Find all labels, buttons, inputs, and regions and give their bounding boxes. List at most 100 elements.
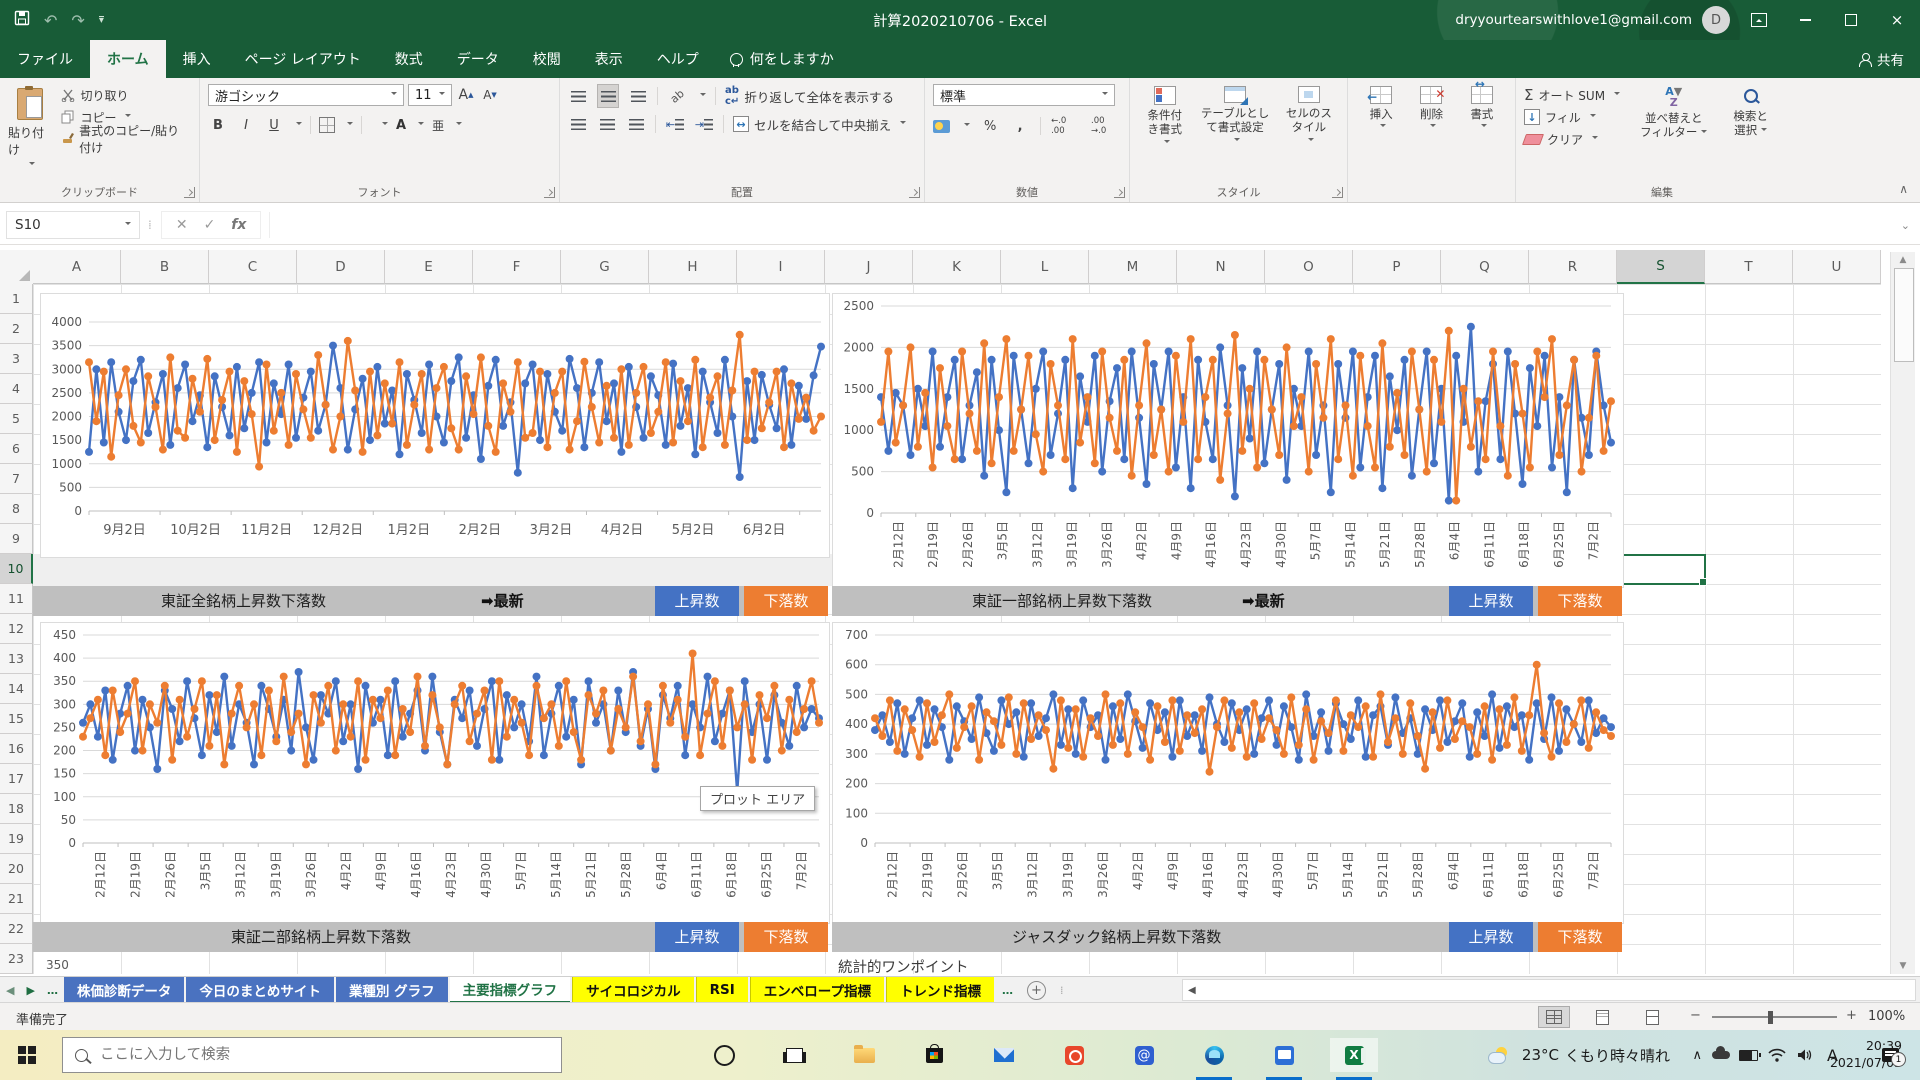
weather-widget[interactable] bbox=[1488, 1030, 1512, 1080]
column-header-O[interactable]: O bbox=[1265, 250, 1353, 284]
hscroll-left-icon[interactable]: ◀ bbox=[1183, 985, 1196, 996]
align-right-icon[interactable] bbox=[626, 113, 646, 135]
scroll-up-icon[interactable]: ▲ bbox=[1891, 255, 1915, 265]
decrease-indent-icon[interactable]: ⇤ bbox=[665, 113, 685, 135]
percent-style-icon[interactable]: % bbox=[980, 115, 1000, 137]
row-header-12[interactable]: 12 bbox=[0, 614, 33, 644]
normal-view-icon[interactable] bbox=[1538, 1006, 1570, 1028]
share-button[interactable]: 共有 bbox=[1859, 40, 1904, 78]
monitor-app-icon[interactable] bbox=[1260, 1038, 1308, 1072]
row-header-7[interactable]: 7 bbox=[0, 464, 33, 494]
column-header-H[interactable]: H bbox=[649, 250, 737, 284]
chart-3[interactable]: 0501001502002503003504004502月12日2月19日2月2… bbox=[40, 622, 830, 924]
cortana-icon[interactable] bbox=[700, 1038, 748, 1072]
cut-button[interactable]: 切り取り bbox=[61, 84, 191, 106]
orientation-icon[interactable]: ab bbox=[662, 81, 691, 111]
battery-icon[interactable] bbox=[1739, 1030, 1758, 1080]
sheet-tab-トレンド指標[interactable]: トレンド指標 bbox=[886, 977, 994, 1003]
tell-me-box[interactable]: 何をしますか bbox=[716, 40, 848, 78]
caption-bar-3[interactable]: 東証二部銘柄上昇数下落数上昇数下落数 bbox=[33, 922, 828, 952]
account-email[interactable]: dryyourtearswithlove1@gmail.com bbox=[1455, 12, 1692, 28]
vertical-scroll-thumb[interactable] bbox=[1894, 268, 1914, 362]
clear-button[interactable]: クリア bbox=[1524, 128, 1620, 150]
column-header-G[interactable]: G bbox=[561, 250, 649, 284]
row-header-6[interactable]: 6 bbox=[0, 434, 33, 464]
sort-filter-button[interactable]: A▼Z 並べ替えとフィルター bbox=[1634, 84, 1713, 150]
column-header-I[interactable]: I bbox=[737, 250, 825, 284]
worksheet[interactable]: ABCDEFGHIJKLMNOPQRSTU 123456789101112131… bbox=[0, 250, 1920, 976]
row-header-1[interactable]: 1 bbox=[0, 284, 33, 314]
row-header-17[interactable]: 17 bbox=[0, 764, 33, 794]
decrease-decimal-icon[interactable]: .00 →.0 bbox=[1091, 115, 1121, 137]
taskbar-search[interactable] bbox=[62, 1037, 562, 1073]
column-header-C[interactable]: C bbox=[209, 250, 297, 284]
sheet-nav-right-icon[interactable]: ▶ bbox=[20, 977, 40, 1003]
task-view-icon[interactable] bbox=[770, 1038, 818, 1072]
phonetic-icon[interactable]: 亜 bbox=[432, 117, 444, 134]
row-header-3[interactable]: 3 bbox=[0, 344, 33, 374]
row-header-8[interactable]: 8 bbox=[0, 494, 33, 524]
caption-bar-4[interactable]: ジャスダック銘柄上昇数下落数上昇数下落数 bbox=[832, 922, 1622, 952]
name-box[interactable]: S10 bbox=[6, 211, 140, 239]
row-header-14[interactable]: 14 bbox=[0, 674, 33, 704]
row-header-5[interactable]: 5 bbox=[0, 404, 33, 434]
sheet-tab-今日のまとめサイト[interactable]: 今日のまとめサイト bbox=[186, 977, 334, 1003]
row-header-15[interactable]: 15 bbox=[0, 704, 33, 734]
column-header-T[interactable]: T bbox=[1705, 250, 1793, 284]
tab-splitter[interactable]: ⁞ bbox=[1054, 977, 1070, 1003]
increase-font-icon[interactable]: A▲ bbox=[456, 84, 476, 106]
align-center-icon[interactable] bbox=[597, 113, 617, 135]
find-select-button[interactable]: 検索と選択 bbox=[1727, 84, 1774, 150]
ribbon-display-options-icon[interactable] bbox=[1736, 0, 1782, 40]
sheet-nav-more-icon[interactable]: … bbox=[41, 977, 64, 1003]
excel-taskbar-icon[interactable]: X bbox=[1330, 1038, 1378, 1072]
ribbon-tab-ページ レイアウト[interactable]: ページ レイアウト bbox=[228, 40, 378, 78]
column-header-J[interactable]: J bbox=[825, 250, 913, 284]
file-explorer-icon[interactable] bbox=[840, 1038, 888, 1072]
font-size-select[interactable]: 11 bbox=[408, 84, 452, 106]
column-header-M[interactable]: M bbox=[1089, 250, 1177, 284]
column-header-E[interactable]: E bbox=[385, 250, 473, 284]
fill-button[interactable]: ↓ フィル bbox=[1524, 106, 1620, 128]
column-header-D[interactable]: D bbox=[297, 250, 385, 284]
row-header-4[interactable]: 4 bbox=[0, 374, 33, 404]
avatar[interactable]: D bbox=[1702, 6, 1730, 34]
number-dialog-launcher-icon[interactable] bbox=[1114, 187, 1125, 198]
collapse-ribbon-icon[interactable]: ∧ bbox=[1899, 182, 1908, 196]
chart-2[interactable]: 050010001500200025002月12日2月19日2月26日3月5日3… bbox=[832, 293, 1624, 588]
column-header-P[interactable]: P bbox=[1353, 250, 1441, 284]
column-header-R[interactable]: R bbox=[1529, 250, 1617, 284]
row-header-16[interactable]: 16 bbox=[0, 734, 33, 764]
number-format-select[interactable]: 標準 bbox=[933, 84, 1115, 106]
browser-app-icon[interactable] bbox=[1050, 1038, 1098, 1072]
column-header-S[interactable]: S bbox=[1617, 250, 1705, 284]
row-header-11[interactable]: 11 bbox=[0, 584, 33, 614]
sheet-tab-エンベロープ指標[interactable]: エンベロープ指標 bbox=[750, 977, 884, 1003]
atmenu-app-icon[interactable]: @ bbox=[1120, 1038, 1168, 1072]
row-header-13[interactable]: 13 bbox=[0, 644, 33, 674]
column-header-U[interactable]: U bbox=[1793, 250, 1881, 284]
ribbon-tab-数式[interactable]: 数式 bbox=[378, 40, 440, 78]
paste-button[interactable]: 貼り付け bbox=[8, 84, 51, 168]
chart-4[interactable]: 01002003004005006007002月12日2月19日2月26日3月5… bbox=[832, 622, 1624, 924]
column-header-N[interactable]: N bbox=[1177, 250, 1265, 284]
font-color-icon[interactable]: A bbox=[396, 119, 406, 132]
wrap-text-button[interactable]: abc↵ 折り返して全体を表示する bbox=[725, 85, 894, 107]
underline-button[interactable]: U bbox=[264, 114, 284, 136]
new-sheet-button[interactable]: + bbox=[1027, 981, 1046, 1000]
align-left-icon[interactable] bbox=[568, 113, 588, 135]
cell-stat-note[interactable]: 統計的ワンポイント bbox=[838, 956, 969, 977]
sheet-tab-業種別 グラフ[interactable]: 業種別 グラフ bbox=[336, 977, 448, 1003]
row-header-18[interactable]: 18 bbox=[0, 794, 33, 824]
autosum-button[interactable]: Σ オート SUM bbox=[1524, 84, 1620, 106]
format-cells-button[interactable]: ↔ 書式 bbox=[1464, 84, 1499, 182]
row-header-22[interactable]: 22 bbox=[0, 914, 33, 944]
font-dialog-launcher-icon[interactable] bbox=[544, 187, 555, 198]
ribbon-tab-挿入[interactable]: 挿入 bbox=[166, 40, 228, 78]
italic-button[interactable]: I bbox=[236, 114, 256, 136]
cancel-icon[interactable]: ✕ bbox=[176, 217, 188, 233]
ribbon-tab-ホーム[interactable]: ホーム bbox=[90, 40, 166, 78]
ribbon-tab-ヘルプ[interactable]: ヘルプ bbox=[640, 40, 716, 78]
font-name-select[interactable]: 游ゴシック bbox=[208, 84, 404, 106]
restore-button[interactable] bbox=[1828, 0, 1874, 40]
